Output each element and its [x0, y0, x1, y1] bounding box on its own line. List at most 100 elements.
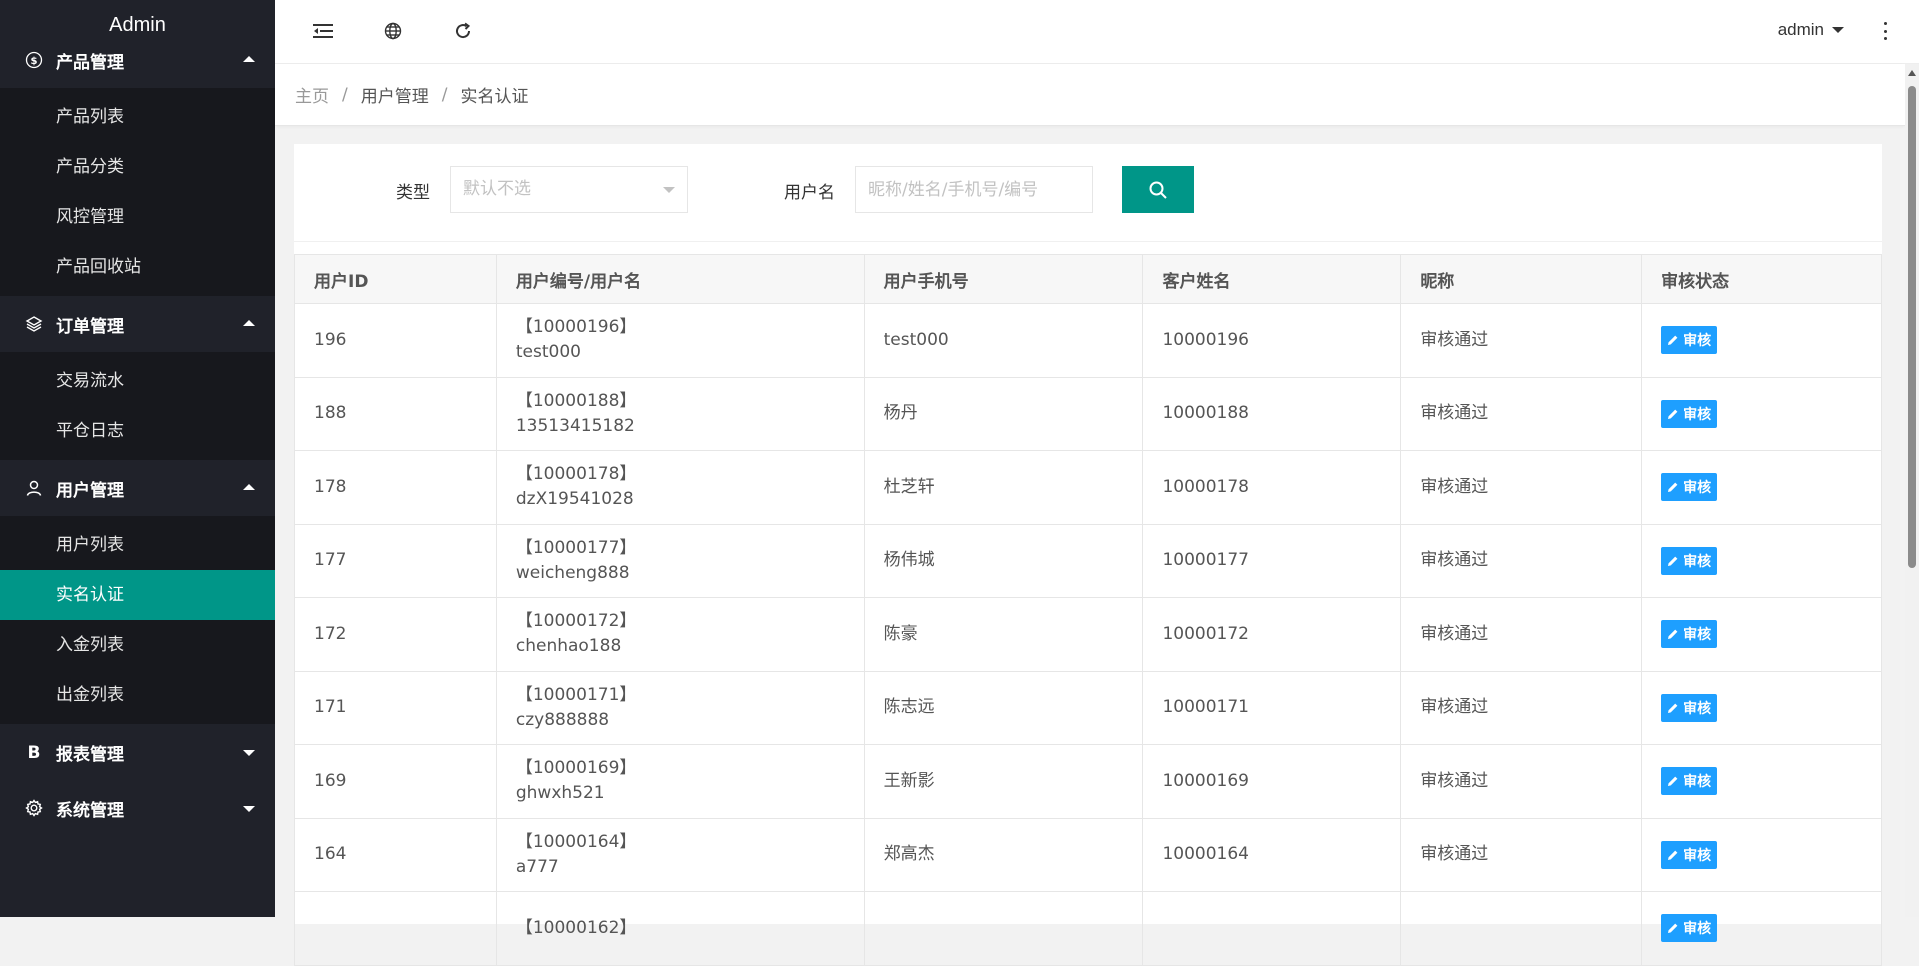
- cell-user-id: 196: [294, 303, 497, 378]
- user-code: 【10000172】: [515, 611, 637, 632]
- cell-customer-name: 10000169: [1142, 744, 1402, 819]
- chevron-down-icon: [243, 750, 255, 756]
- menu-collapse-icon[interactable]: [310, 18, 336, 44]
- audit-button-label: 审核: [1683, 700, 1712, 717]
- table-row: 178 【10000178】 dzX19541028 杜芝轩 10000178 审核通过 审…: [294, 450, 1882, 525]
- user-code: 【10000178】: [515, 464, 637, 485]
- audit-button[interactable]: 审核: [1661, 767, 1718, 796]
- scroll-up-arrow-icon[interactable]: [1908, 70, 1916, 76]
- table-row: 196 【10000196】 test000 test000 10000196 审核通过审…: [294, 303, 1882, 378]
- sidebar-item[interactable]: 产品分类: [0, 142, 275, 192]
- username: test000: [515, 342, 581, 363]
- user-code: 【10000169】: [515, 758, 637, 779]
- audit-button-label: 审核: [1683, 480, 1712, 497]
- cell-audit-status: 审核: [1641, 303, 1882, 378]
- sidebar-item[interactable]: 出金列表: [0, 670, 275, 720]
- logo-area: Admin: [0, 0, 275, 36]
- edit-pencil-icon: [1668, 923, 1678, 934]
- breadcrumb-current: 实名认证: [460, 87, 529, 107]
- chevron-down-icon: [1832, 27, 1844, 33]
- sidebar-group-4[interactable]: 系统管理: [0, 780, 275, 836]
- scrollbar-thumb[interactable]: [1908, 86, 1916, 568]
- table-row: 188 【10000188】 13513415182 杨丹 10000188 审核通过 审核: [294, 376, 1882, 451]
- audit-button-label: 审核: [1683, 921, 1712, 938]
- cell-nickname: [1400, 891, 1643, 966]
- col-header-audit-status: 审核状态: [1641, 254, 1882, 304]
- col-header-customer-name: 客户姓名: [1142, 254, 1402, 304]
- user-menu[interactable]: admin: [1778, 20, 1844, 40]
- breadcrumb-user-management[interactable]: 用户管理: [361, 82, 429, 107]
- sidebar-item[interactable]: 实名认证: [0, 570, 275, 620]
- cell-customer-name: 10000172: [1142, 597, 1402, 672]
- audit-button[interactable]: 审核: [1661, 326, 1718, 355]
- refresh-icon[interactable]: [450, 18, 476, 44]
- sidebar-group-1[interactable]: 订单管理: [0, 296, 275, 352]
- user-code: 【10000171】: [515, 684, 637, 705]
- cell-user-code: 【10000178】 dzX19541028: [495, 450, 865, 525]
- search-icon: [1149, 181, 1167, 199]
- user-code: 【10000162】: [515, 917, 637, 938]
- sidebar-submenu: 产品列表 产品分类 风控管理 产品回收站: [0, 88, 275, 296]
- sidebar-item[interactable]: 入金列表: [0, 620, 275, 670]
- cell-customer-name: 10000164: [1142, 817, 1402, 892]
- cell-phone: 郑高杰: [863, 817, 1144, 892]
- sidebar-group-label: 订单管理: [56, 316, 124, 337]
- cell-nickname: 审核通过: [1400, 817, 1643, 892]
- user-code: 【10000164】: [515, 831, 637, 852]
- cell-audit-status: 审核: [1641, 376, 1882, 451]
- username: ghwxh521: [515, 783, 605, 804]
- audit-button-label: 审核: [1683, 333, 1712, 350]
- sidebar-item[interactable]: 产品列表: [0, 92, 275, 142]
- table-row: 177 【10000177】 weicheng888 杨伟城 10000177 审核通过 审…: [294, 523, 1882, 598]
- type-label: 类型: [396, 183, 430, 203]
- sidebar-nav: $ 产品管理 产品列表 产品分类 风控管理 产品回收站订单管理交易流水 平仓日志用户管理用户…: [0, 32, 275, 836]
- audit-button[interactable]: 审核: [1661, 546, 1718, 575]
- audit-button-label: 审核: [1683, 774, 1712, 791]
- cell-phone: [863, 891, 1144, 966]
- more-vertical-icon[interactable]: [1881, 20, 1889, 42]
- sidebar-group-3[interactable]: B 报表管理: [0, 724, 275, 780]
- page-scrollbar[interactable]: [1905, 64, 1919, 917]
- cell-nickname: 审核通过: [1400, 670, 1643, 745]
- sidebar-submenu: 用户列表 实名认证 入金列表 出金列表: [0, 516, 275, 724]
- sidebar-item[interactable]: 风控管理: [0, 192, 275, 242]
- user-code: 【10000188】: [515, 390, 637, 411]
- cell-audit-status: 审核: [1641, 450, 1882, 525]
- sidebar-item[interactable]: 平仓日志: [0, 406, 275, 456]
- sidebar-item[interactable]: 产品回收站: [0, 242, 275, 292]
- svg-text:$: $: [31, 56, 38, 67]
- username-search-input[interactable]: [855, 166, 1093, 213]
- filter-bar: 类型 默认不选 用户名: [294, 144, 1882, 242]
- username-label: admin: [1777, 20, 1824, 39]
- type-select[interactable]: 默认不选: [450, 166, 688, 213]
- cell-customer-name: 10000171: [1142, 670, 1402, 745]
- cell-audit-status: 审核: [1641, 744, 1882, 819]
- cell-phone: 陈志远: [863, 670, 1144, 745]
- audit-button[interactable]: 审核: [1661, 399, 1718, 428]
- audit-button[interactable]: 审核: [1661, 914, 1718, 943]
- table-row: 【10000162】 审核: [294, 891, 1882, 966]
- search-button[interactable]: [1122, 166, 1194, 213]
- sidebar-item[interactable]: 用户列表: [0, 520, 275, 570]
- breadcrumb-home[interactable]: 主页: [295, 82, 329, 107]
- audit-button[interactable]: 审核: [1661, 620, 1718, 649]
- edit-pencil-icon: [1668, 776, 1678, 787]
- edit-pencil-icon: [1668, 409, 1678, 419]
- sidebar-group-0[interactable]: $ 产品管理: [0, 32, 275, 88]
- cell-audit-status: 审核: [1641, 523, 1882, 598]
- audit-button[interactable]: 审核: [1661, 473, 1718, 502]
- audit-button[interactable]: 审核: [1661, 693, 1718, 722]
- cell-user-id: 178: [294, 450, 497, 525]
- cell-user-code: 【10000188】 13513415182: [495, 376, 865, 451]
- sidebar-group-2[interactable]: 用户管理: [0, 460, 275, 516]
- globe-icon[interactable]: [380, 18, 406, 44]
- sidebar-group-label: 用户管理: [56, 480, 124, 501]
- audit-button-label: 审核: [1683, 847, 1712, 864]
- sidebar-group-label: 报表管理: [56, 744, 124, 765]
- cell-phone: 杨丹: [863, 376, 1144, 451]
- chevron-down-icon: [243, 806, 255, 812]
- col-header-nickname: 昵称: [1400, 254, 1643, 304]
- audit-button[interactable]: 审核: [1661, 840, 1718, 869]
- chevron-up-icon: [243, 320, 255, 326]
- sidebar-item[interactable]: 交易流水: [0, 356, 275, 406]
